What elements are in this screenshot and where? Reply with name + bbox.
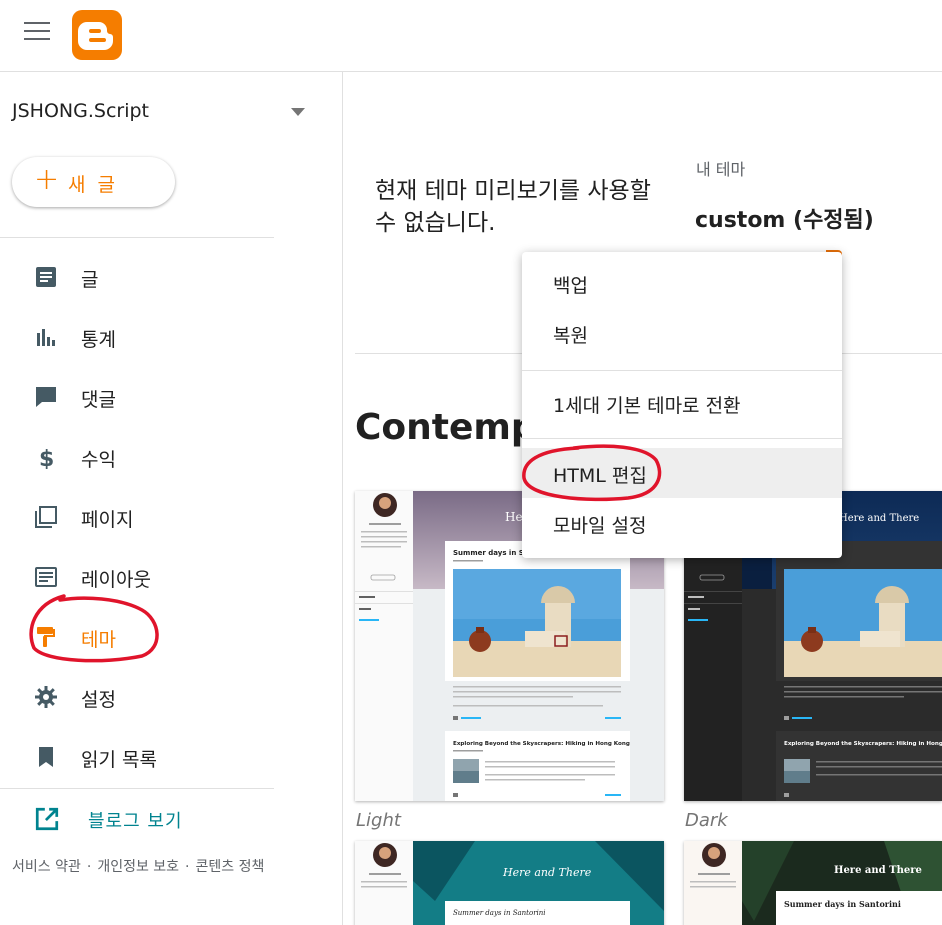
sidebar: JSHONG.Script + 새 글 글 통계 댓글 $ 수익 페이지 레이아…	[0, 72, 343, 925]
open-in-new-icon	[35, 807, 59, 831]
new-post-label: 새 글	[68, 174, 118, 196]
sidebar-item-label: 페이지	[81, 509, 134, 531]
svg-text:$: $	[39, 447, 54, 469]
sidebar-item-layout[interactable]: 레이아웃	[0, 552, 300, 602]
preview-post-title: Summer days in Santorini	[453, 909, 546, 917]
separator: ·	[86, 859, 92, 875]
sidebar-item-label: 테마	[81, 629, 116, 651]
blog-name: JSHONG.Script	[12, 100, 149, 122]
sidebar-item-label: 수익	[81, 449, 116, 471]
sidebar-item-reading-list[interactable]: 읽기 목록	[0, 732, 300, 782]
content-policy-link[interactable]: 콘텐츠 정책	[196, 859, 265, 875]
layout-icon	[35, 567, 57, 587]
blog-selector[interactable]: JSHONG.Script	[12, 100, 312, 130]
sidebar-divider	[0, 788, 274, 789]
preview-unavailable-message: 현재 테마 미리보기를 사용할 수 없습니다.	[375, 178, 651, 236]
menu-item-label: 모바일 설정	[553, 515, 647, 537]
comments-icon	[36, 387, 56, 407]
menu-item-label: 복원	[553, 325, 588, 347]
my-theme-name: custom (수정됨)	[695, 208, 874, 233]
preview-post-title: Summer days in Santorini	[784, 899, 901, 909]
stats-icon	[37, 329, 55, 346]
theme-card-label: Light	[356, 810, 401, 831]
sidebar-item-comments[interactable]: 댓글	[0, 372, 300, 422]
plus-icon: +	[34, 162, 60, 197]
my-theme-label: 내 테마	[696, 160, 746, 179]
menu-item-label: HTML 편집	[553, 465, 647, 487]
theme-options-menu: 백업 복원 1세대 기본 테마로 전환 HTML 편집 모바일 설정	[522, 252, 842, 558]
paint-roller-icon	[37, 627, 55, 647]
sidebar-item-label: 설정	[81, 689, 116, 711]
menu-item-label: 1세대 기본 테마로 전환	[553, 395, 741, 417]
sidebar-item-label: 글	[81, 269, 99, 291]
theme-card-row2-left[interactable]: Here and There Summer days in Santorini	[355, 841, 664, 925]
footer-links: 서비스 약관 · 개인정보 보호 · 콘텐츠 정책	[12, 856, 264, 876]
privacy-link[interactable]: 개인정보 보호	[97, 859, 179, 875]
menu-item-backup[interactable]: 백업	[522, 258, 842, 308]
preview-header-title: Here and There	[834, 865, 922, 876]
sidebar-item-posts[interactable]: 글	[0, 252, 300, 302]
theme-card-row2-right[interactable]: Here and There Summer days in Santorini	[684, 841, 942, 925]
sidebar-item-theme[interactable]: 테마	[0, 612, 300, 662]
pages-icon	[35, 506, 57, 528]
blogger-logo[interactable]	[72, 10, 122, 60]
dropdown-caret-icon	[291, 108, 305, 116]
new-post-button[interactable]: + 새 글	[12, 157, 175, 207]
sidebar-item-label: 읽기 목록	[81, 749, 157, 771]
separator: ·	[185, 859, 190, 875]
dollar-icon: $	[39, 447, 54, 469]
terms-link[interactable]: 서비스 약관	[12, 859, 81, 875]
bookmark-icon	[39, 747, 53, 767]
preview-header-title: Here and There	[502, 866, 592, 879]
menu-divider	[522, 438, 842, 439]
gear-icon	[35, 686, 57, 708]
menu-item-mobile-settings[interactable]: 모바일 설정	[522, 498, 842, 548]
top-bar	[0, 0, 942, 72]
menu-item-revert-classic[interactable]: 1세대 기본 테마로 전환	[522, 378, 842, 428]
theme-card-label: Dark	[685, 810, 728, 831]
sidebar-divider	[0, 237, 274, 238]
menu-item-label: 백업	[553, 275, 588, 297]
menu-item-restore[interactable]: 복원	[522, 308, 842, 358]
sidebar-item-settings[interactable]: 설정	[0, 672, 300, 722]
preview-post-title: Exploring Beyond the Skyscrapers: Hiking…	[784, 741, 942, 747]
menu-divider	[522, 370, 842, 371]
hamburger-menu-icon[interactable]	[24, 22, 50, 44]
preview-header-title: Here and There	[839, 513, 919, 524]
sidebar-item-label: 댓글	[81, 389, 116, 411]
sidebar-item-label: 레이아웃	[81, 569, 151, 591]
sidebar-item-earnings[interactable]: $ 수익	[0, 432, 300, 482]
theme-preview-thumbnail: Here and There Summer days in Santorini	[684, 841, 942, 925]
sidebar-item-pages[interactable]: 페이지	[0, 492, 300, 542]
sidebar-item-label: 통계	[81, 329, 116, 351]
menu-item-edit-html[interactable]: HTML 편집	[522, 448, 842, 498]
sidebar-item-stats[interactable]: 통계	[0, 312, 300, 362]
theme-preview-thumbnail: Here and There Summer days in Santorini	[355, 841, 664, 925]
posts-icon	[36, 267, 56, 287]
preview-post-title: Exploring Beyond the Skyscrapers: Hiking…	[453, 741, 630, 747]
view-blog-link[interactable]: 블로그 보기	[0, 794, 274, 842]
view-blog-label: 블로그 보기	[88, 811, 183, 832]
